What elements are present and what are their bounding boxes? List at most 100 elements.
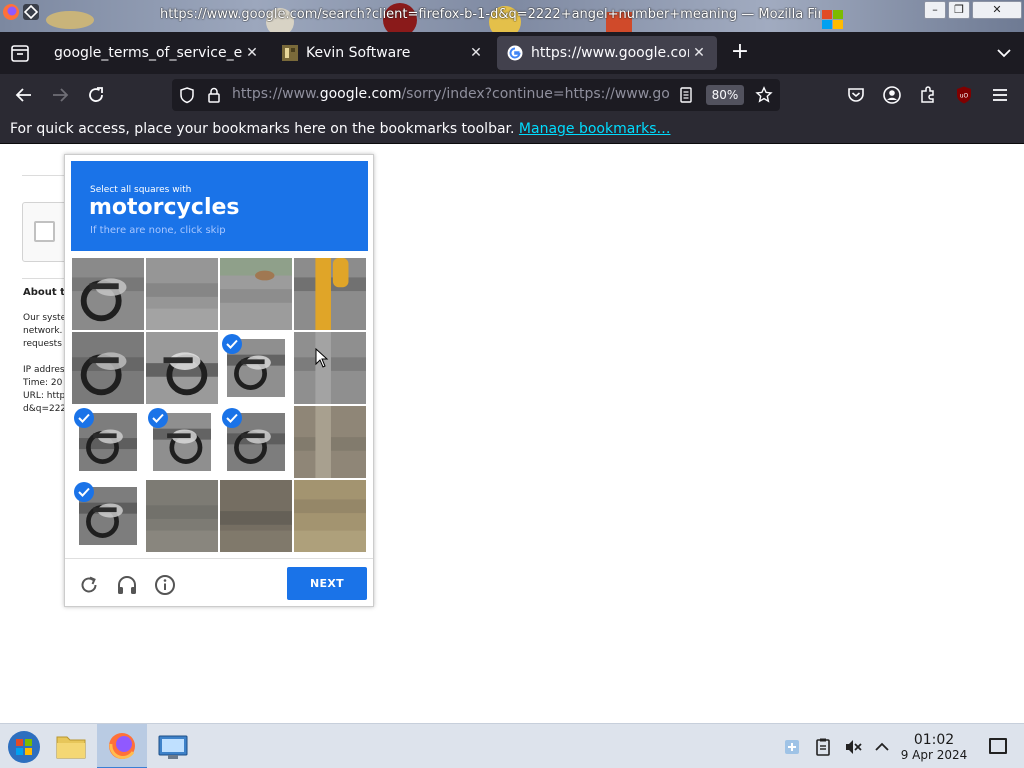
remote-desktop-icon[interactable] (149, 724, 197, 768)
pocket-icon[interactable] (846, 85, 866, 105)
desktop-wallpaper-decoration (822, 10, 843, 29)
hamburger-menu-icon[interactable] (990, 85, 1010, 105)
clipboard-tray-icon[interactable] (813, 737, 833, 757)
captcha-tile[interactable] (145, 331, 219, 405)
captcha-tile-image (146, 480, 218, 552)
captcha-tile[interactable] (293, 479, 367, 553)
about-line: d&q=222 (23, 404, 65, 414)
tab-terms-of-service[interactable]: google_terms_of_service_en ✕ (44, 36, 270, 70)
tab-google-sorry[interactable]: https://www.google.com/ ✕ (497, 36, 717, 70)
url-text[interactable]: https://www.google.com/sorry/index?conti… (232, 86, 670, 102)
captcha-tile[interactable] (145, 257, 219, 331)
tab-kevin-software[interactable]: Kevin Software ✕ (272, 36, 494, 70)
challenge-header: Select all squares with motorcycles If t… (71, 161, 368, 251)
captcha-tile-image (294, 258, 366, 330)
captcha-tile[interactable] (71, 257, 145, 331)
captcha-tile[interactable] (219, 479, 293, 553)
recaptcha-challenge-popup: Select all squares with motorcycles If t… (64, 154, 374, 607)
reader-view-icon[interactable] (677, 86, 695, 104)
chevron-down-icon[interactable] (994, 43, 1014, 63)
close-window-button[interactable]: ✕ (972, 1, 1022, 19)
captcha-tile-image (72, 258, 144, 330)
captcha-tile[interactable] (145, 405, 219, 479)
navigation-toolbar: https://www.google.com/sorry/index?conti… (0, 74, 1024, 116)
tab-close-icon[interactable]: ✕ (689, 43, 709, 63)
taskbar: 01:02 9 Apr 2024 (0, 723, 1024, 768)
clock-date[interactable]: 9 Apr 2024 (896, 748, 972, 762)
about-line: Our syste (23, 313, 65, 323)
window-title: https://www.google.com/search?client=fir… (160, 7, 820, 22)
bookmark-star-icon[interactable] (755, 86, 773, 104)
bookmarks-toolbar: For quick access, place your bookmarks h… (0, 116, 1024, 144)
selected-checkmark-icon (222, 408, 242, 428)
google-favicon (507, 45, 523, 61)
next-button[interactable]: NEXT (287, 567, 367, 600)
lock-icon[interactable] (205, 86, 223, 104)
recaptcha-checkbox[interactable] (34, 221, 55, 242)
extensions-puzzle-icon[interactable] (918, 85, 938, 105)
firefox-app-icon (3, 4, 19, 20)
captcha-tile-image (294, 406, 366, 478)
captcha-tile-image (146, 258, 218, 330)
captcha-tile-image (72, 332, 144, 404)
tab-close-icon[interactable]: ✕ (466, 43, 486, 63)
captcha-tile[interactable] (219, 257, 293, 331)
taskbar-firefox-button[interactable] (97, 724, 147, 768)
start-menu-orb-icon[interactable] (0, 724, 48, 768)
forward-arrow-icon[interactable] (48, 83, 72, 107)
about-line: IP addres (23, 365, 65, 375)
audio-challenge-headphones-icon[interactable] (116, 574, 138, 596)
selected-checkmark-icon (148, 408, 168, 428)
tab-close-icon[interactable]: ✕ (242, 43, 262, 63)
address-bar[interactable]: https://www.google.com/sorry/index?conti… (172, 79, 780, 111)
svg-text:uO: uO (960, 93, 969, 100)
selected-checkmark-icon (74, 408, 94, 428)
captcha-tile-image (146, 332, 218, 404)
window-menu-icon[interactable] (22, 3, 40, 21)
manage-bookmarks-link[interactable]: Manage bookmarks… (519, 121, 671, 137)
network-tray-icon[interactable] (782, 737, 802, 757)
zoom-level-badge[interactable]: 80% (706, 85, 744, 105)
desktop-wallpaper-decoration (46, 11, 94, 29)
firefox-taskbar-icon (109, 733, 135, 759)
captcha-tile[interactable] (293, 257, 367, 331)
account-icon[interactable] (882, 85, 902, 105)
clock-time[interactable]: 01:02 (905, 732, 963, 748)
captcha-tile[interactable] (293, 331, 367, 405)
firefox-view-icon[interactable] (8, 41, 32, 65)
captcha-tile[interactable] (219, 331, 293, 405)
challenge-image-grid (71, 257, 367, 553)
back-arrow-icon[interactable] (12, 83, 36, 107)
captcha-tile[interactable] (145, 479, 219, 553)
challenge-target-word: motorcycles (89, 195, 240, 220)
window-title-bar: https://www.google.com/search?client=fir… (0, 0, 1024, 32)
captcha-tile-image (220, 258, 292, 330)
captcha-tile-image (220, 480, 292, 552)
chevron-up-icon[interactable] (872, 737, 892, 757)
challenge-instruction: Select all squares with (90, 185, 192, 195)
show-desktop-button[interactable] (989, 738, 1007, 754)
captcha-tile[interactable] (71, 405, 145, 479)
kevin-software-favicon (282, 45, 298, 61)
captcha-tile-image (294, 480, 366, 552)
file-manager-folder-icon[interactable] (47, 724, 95, 768)
challenge-subtext: If there are none, click skip (90, 225, 226, 236)
about-line: Time: 20 (23, 378, 63, 388)
minimize-button[interactable]: – (924, 1, 946, 19)
captcha-tile[interactable] (71, 479, 145, 553)
about-heading: About th (23, 287, 65, 298)
volume-muted-icon[interactable] (843, 737, 863, 757)
tab-label: google_terms_of_service_en (54, 45, 242, 61)
maximize-button[interactable]: ❐ (948, 1, 970, 19)
captcha-tile[interactable] (71, 331, 145, 405)
challenge-footer: NEXT (65, 558, 373, 606)
ublock-origin-icon[interactable]: uO (954, 85, 974, 105)
tracking-protection-shield-icon[interactable] (178, 86, 196, 104)
captcha-tile[interactable] (293, 405, 367, 479)
reload-challenge-icon[interactable] (78, 574, 100, 596)
captcha-tile[interactable] (219, 405, 293, 479)
reload-icon[interactable] (84, 83, 108, 107)
captcha-tile-image (294, 332, 366, 404)
new-tab-button[interactable]: + (728, 41, 752, 65)
info-icon[interactable] (154, 574, 176, 596)
